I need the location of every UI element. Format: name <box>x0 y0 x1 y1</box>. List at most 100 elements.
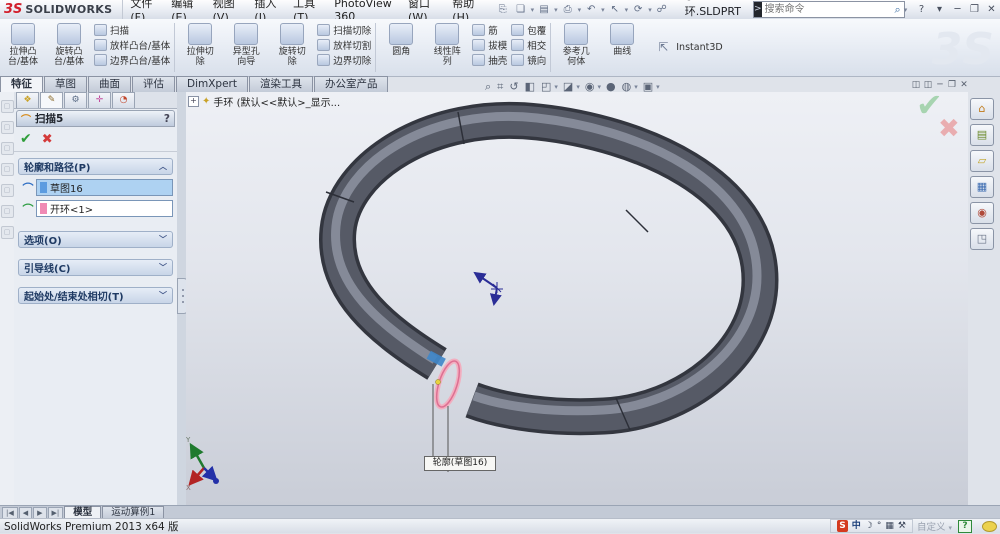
chevron-down-icon[interactable]: ▾ <box>576 83 580 91</box>
property-manager-tab-icon[interactable]: ✎ <box>40 92 63 108</box>
wrap-button[interactable]: 包覆 <box>511 22 546 37</box>
chevron-down-icon[interactable]: ▾ <box>601 6 605 14</box>
save-icon[interactable]: ▤ <box>536 3 552 17</box>
boundary-boss-button[interactable]: 边界凸台/基体 <box>94 52 170 67</box>
view-orientation-icon[interactable]: ◰ <box>541 80 551 93</box>
chevron-down-icon[interactable]: ▾ <box>634 83 638 91</box>
rib-button[interactable]: 筋 <box>472 22 507 37</box>
search-flyout-icon[interactable]: > <box>754 2 762 17</box>
apply-scene-icon[interactable]: ◍ <box>622 80 632 93</box>
collapse-icon[interactable]: ︿ <box>159 161 167 172</box>
tab-dimxpert[interactable]: DimXpert <box>176 76 248 92</box>
chevron-down-icon[interactable]: ▾ <box>656 83 660 91</box>
edit-appearance-icon[interactable]: ● <box>606 80 616 93</box>
shell-button[interactable]: 抽壳 <box>472 52 507 67</box>
ime-fullwidth-icon[interactable]: ☽ <box>865 520 873 532</box>
rail-icon-1[interactable]: ▢ <box>1 100 14 113</box>
rail-icon-5[interactable]: ▢ <box>1 184 14 197</box>
expand-icon[interactable]: ﹀ <box>159 290 167 301</box>
help-icon[interactable]: ? <box>164 113 170 125</box>
search-input[interactable] <box>762 3 893 16</box>
rail-icon-3[interactable]: ▢ <box>1 142 14 155</box>
group-profile-and-path[interactable]: 轮廓和路径(P) ︿ <box>18 158 173 175</box>
view-palette-icon[interactable]: ▦ <box>970 176 994 198</box>
tab-features[interactable]: 特征 <box>0 76 43 92</box>
instant3d-button[interactable]: ⇱ Instant3D <box>645 19 730 76</box>
restore-button[interactable]: ❐ <box>966 4 983 15</box>
chevron-down-icon[interactable]: ▾ <box>648 6 652 14</box>
custom-properties-icon[interactable]: ◳ <box>970 228 994 250</box>
feature-manager-tab-icon[interactable]: ❖ <box>16 92 39 108</box>
instant3d-anchor-icon[interactable]: ☍ <box>654 3 670 17</box>
appearances-icon[interactable]: ◉ <box>970 202 994 224</box>
file-explorer-icon[interactable]: ▱ <box>970 150 994 172</box>
status-help-icon[interactable]: ? <box>958 520 972 533</box>
section-view-icon[interactable]: ◧ <box>525 80 535 93</box>
close-button[interactable]: ✕ <box>983 4 1000 15</box>
cancel-button[interactable]: ✖ <box>42 132 53 147</box>
chevron-down-icon[interactable]: ▾ <box>554 6 558 14</box>
group-options[interactable]: 选项(O) ﹀ <box>18 231 173 248</box>
design-library-icon[interactable]: ▤ <box>970 124 994 146</box>
sketch-point[interactable] <box>436 380 441 385</box>
doc-close-button[interactable]: ✕ <box>958 80 970 90</box>
tab-sketch[interactable]: 草图 <box>44 76 87 92</box>
help-button[interactable]: ? <box>913 4 930 15</box>
loft-boss-button[interactable]: 放样凸台/基体 <box>94 37 170 52</box>
confirmation-corner-cancel[interactable]: ✖ <box>938 114 960 144</box>
rail-icon-4[interactable]: ▢ <box>1 163 14 176</box>
boundary-cut-button[interactable]: 边界切除 <box>317 52 371 67</box>
extrude-boss-button[interactable]: 拉伸凸 台/基体 <box>0 19 46 76</box>
expand-tree-icon[interactable]: + <box>188 96 199 107</box>
rail-icon-2[interactable]: ▢ <box>1 121 14 134</box>
expand-icon[interactable]: ﹀ <box>159 234 167 245</box>
display-style-icon[interactable]: ◪ <box>563 80 573 93</box>
configuration-manager-tab-icon[interactable]: ⚙ <box>64 92 87 108</box>
select-icon[interactable]: ↖ <box>607 3 623 17</box>
chevron-down-icon[interactable]: ▾ <box>554 83 558 91</box>
dimxpert-manager-tab-icon[interactable]: ✛ <box>88 92 111 108</box>
search-icon[interactable]: ⌕ <box>893 3 903 17</box>
rebuild-icon[interactable]: ⟳ <box>630 3 646 17</box>
chevron-down-icon[interactable]: ▾ <box>625 6 629 14</box>
home-icon[interactable]: ⌂ <box>970 98 994 120</box>
rail-icon-7[interactable]: ▢ <box>1 226 14 239</box>
fillet-button[interactable]: 圆角 <box>378 19 424 76</box>
tab-surfaces[interactable]: 曲面 <box>88 76 131 92</box>
graphics-viewport[interactable]: + ✦ 手环 (默认<<默认>_显示... 轮廓(草图16) Y X <box>186 92 968 505</box>
wristband-model[interactable] <box>326 112 760 430</box>
ime-language-icon[interactable]: 中 <box>852 520 861 532</box>
chevron-down-icon[interactable]: ▾ <box>904 6 908 14</box>
chevron-down-icon[interactable]: ▾ <box>931 4 948 15</box>
sweep-profile-highlight[interactable] <box>427 351 464 410</box>
command-search[interactable]: > ⌕ ▾ <box>753 1 905 18</box>
profile-field[interactable]: 草图16 <box>36 179 173 196</box>
zoom-fit-icon[interactable]: ⌕ <box>485 80 491 94</box>
group-start-end-tangency[interactable]: 起始处/结束处相切(T) ﹀ <box>18 287 173 304</box>
ime-softkeyboard-icon[interactable]: ▦ <box>885 520 894 532</box>
tab-office-products[interactable]: 办公室产品 <box>314 76 389 92</box>
profile-callout[interactable]: 轮廓(草图16) <box>424 456 496 471</box>
chevron-down-icon[interactable]: ▾ <box>578 6 582 14</box>
chevron-down-icon[interactable]: ▾ <box>531 6 535 14</box>
tab-evaluate[interactable]: 评估 <box>132 76 175 92</box>
feature-tree-flyout[interactable]: + ✦ 手环 (默认<<默认>_显示... <box>188 94 340 109</box>
draft-button[interactable]: 拔模 <box>472 37 507 52</box>
mirror-button[interactable]: 镜向 <box>511 52 546 67</box>
feature-tree-root[interactable]: 手环 (默认<<默认>_显示... <box>213 94 340 109</box>
hole-wizard-button[interactable]: 异型孔 向导 <box>223 19 269 76</box>
group-guide-curves[interactable]: 引导线(C) ﹀ <box>18 259 173 276</box>
chevron-down-icon[interactable]: ▾ <box>597 83 601 91</box>
revolve-cut-button[interactable]: 旋转切 除 <box>269 19 315 76</box>
print-icon[interactable]: ⎙ <box>560 3 576 17</box>
previous-view-icon[interactable]: ↺ <box>509 80 518 93</box>
display-manager-tab-icon[interactable]: ◔ <box>112 92 135 108</box>
minimize-button[interactable]: ─ <box>949 4 966 15</box>
view-settings-icon[interactable]: ▣ <box>643 80 653 93</box>
linear-pattern-button[interactable]: 线性阵 列 <box>424 19 470 76</box>
ime-sogou-icon[interactable]: S <box>837 520 847 532</box>
attach-icon[interactable]: ⎘ <box>495 3 511 17</box>
curves-button[interactable]: 曲线 <box>599 19 645 76</box>
tab-render-tools[interactable]: 渲染工具 <box>249 76 313 92</box>
customize-dropdown[interactable]: 自定义 ▾ <box>917 519 952 533</box>
